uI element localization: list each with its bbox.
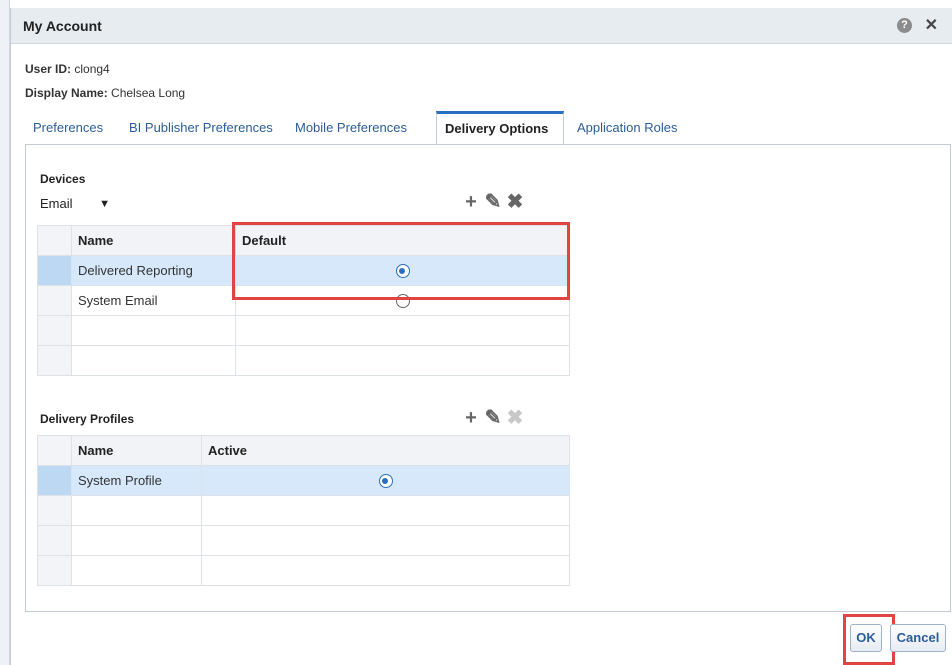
tab-delivery-options[interactable]: Delivery Options <box>436 111 564 145</box>
user-id-line: User ID: clong4 <box>25 62 110 76</box>
cancel-button[interactable]: Cancel <box>890 624 946 652</box>
background-window-edge <box>0 0 10 665</box>
devices-toolbar: + ✎ ✖ <box>460 189 526 214</box>
devices-col-name[interactable]: Name <box>71 225 236 256</box>
delivery-options-panel: Devices Email ▼ + ✎ ✖ Name Default Deliver… <box>25 144 951 612</box>
caret-down-icon: ▼ <box>99 198 110 210</box>
profile-name-cell: System Profile <box>71 465 202 496</box>
tab-application-roles[interactable]: Application Roles <box>569 111 685 145</box>
device-type-value: Email <box>40 196 73 211</box>
edit-profile-icon[interactable]: ✎ <box>482 405 504 430</box>
tab-preferences[interactable]: Preferences <box>25 111 111 145</box>
table-row[interactable]: System Profile <box>37 465 570 496</box>
my-account-dialog: My Account ? ✕ User ID: clong4 Display N… <box>10 8 952 665</box>
delete-profile-icon: ✖ <box>506 407 524 429</box>
empty-row <box>37 315 570 346</box>
devices-section-label: Devices <box>40 172 86 186</box>
devices-header-row: Name Default <box>37 225 570 256</box>
table-row[interactable]: System Email <box>37 285 570 316</box>
table-row[interactable]: Delivered Reporting <box>37 255 570 286</box>
close-icon[interactable]: ✕ <box>925 15 938 35</box>
display-name-label: Display Name: <box>25 86 108 100</box>
display-name-value: Chelsea Long <box>111 86 186 100</box>
devices-table: Name Default Delivered Reporting System … <box>37 225 570 376</box>
user-id-value: clong4 <box>74 62 110 76</box>
default-radio-delivered-reporting[interactable] <box>395 264 410 279</box>
active-radio-system-profile[interactable] <box>378 474 393 489</box>
empty-row <box>37 525 570 556</box>
help-icon[interactable]: ? <box>897 18 912 33</box>
profiles-header-row: Name Active <box>37 435 570 466</box>
delivery-profiles-section-label: Delivery Profiles <box>40 412 135 426</box>
delivery-profiles-table: Name Active System Profile <box>37 435 570 586</box>
profiles-col-active[interactable]: Active <box>201 435 570 466</box>
edit-device-icon[interactable]: ✎ <box>482 189 504 214</box>
empty-row <box>37 555 570 586</box>
device-name-cell: Delivered Reporting <box>71 255 236 286</box>
device-name-cell: System Email <box>71 285 236 316</box>
device-type-select[interactable]: Email ▼ <box>34 192 114 216</box>
delete-device-icon[interactable]: ✖ <box>504 189 526 214</box>
empty-row <box>37 495 570 526</box>
empty-row <box>37 345 570 376</box>
tab-bar: Preferences BI Publisher Preferences Mob… <box>25 111 951 145</box>
add-profile-icon[interactable]: + <box>460 407 482 430</box>
dialog-title: My Account <box>23 18 102 34</box>
user-id-label: User ID: <box>25 62 72 76</box>
display-name-line: Display Name: Chelsea Long <box>25 86 185 100</box>
add-device-icon[interactable]: + <box>460 191 482 214</box>
default-radio-system-email[interactable] <box>395 294 410 309</box>
tab-mobile-preferences[interactable]: Mobile Preferences <box>287 111 415 145</box>
devices-col-default[interactable]: Default <box>235 225 570 256</box>
profiles-col-name[interactable]: Name <box>71 435 202 466</box>
tab-bi-publisher-preferences[interactable]: BI Publisher Preferences <box>121 111 281 145</box>
dialog-titlebar: My Account ? ✕ <box>11 8 952 44</box>
ok-button[interactable]: OK <box>850 624 882 652</box>
profiles-toolbar: + ✎ ✖ <box>460 405 526 430</box>
